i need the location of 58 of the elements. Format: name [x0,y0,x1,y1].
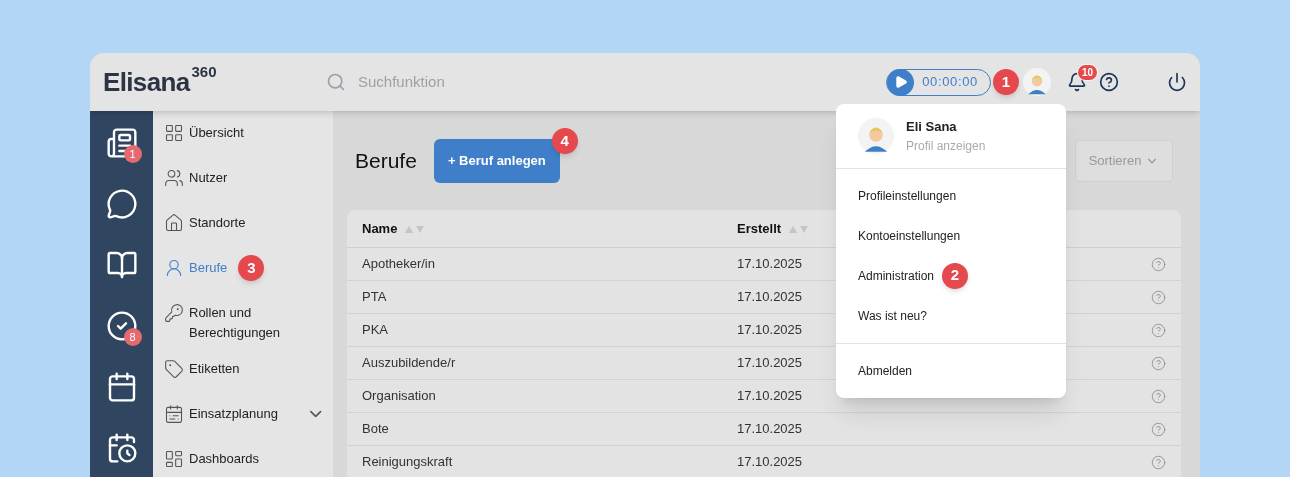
chat-bubble-icon[interactable] [105,188,138,220]
table-cell-text: 17.10.2025 [737,420,803,439]
house-icon [164,213,184,233]
newspaper-icon[interactable] [105,127,138,159]
calendar-icon [164,404,184,424]
avatar-icon[interactable] [858,117,894,154]
menu-item[interactable]: Administration [858,266,935,285]
menu-item[interactable]: Profileinstellungen [858,186,957,205]
table-cell-text: 17.10.2025 [737,354,803,373]
step-number-badge: 3 [238,255,265,281]
table-cell-text: PKA [362,321,389,340]
table-cell-text: 17.10.2025 [737,321,803,340]
play-icon [887,68,915,96]
sidebar-item[interactable]: Standorte [189,213,304,233]
count-badge: 8 [123,328,142,346]
power-icon[interactable] [1167,72,1187,92]
key-icon [164,303,184,323]
step-number-badge: 1 [993,69,1019,95]
tag-icon [164,359,184,379]
dashboard-icon [164,449,184,469]
grid-icon [164,123,184,143]
sidebar-item[interactable]: Etiketten [189,359,304,379]
search-field[interactable]: Suchfunktion [358,70,758,94]
table-cell-text: PTA [362,288,388,307]
table-cell-text: Reinigungskraft [362,453,454,472]
page-title: Berufe [355,148,417,175]
book-icon[interactable] [105,249,138,281]
sidebar-item[interactable]: Übersicht [189,123,304,143]
table-cell-text: Auszubildende/r [362,354,457,373]
table-cell-text: Apotheker/in [362,255,436,274]
column-header[interactable]: Erstellt [737,218,782,239]
table-cell-text: 17.10.2025 [737,255,803,274]
help-icon[interactable] [1099,72,1119,92]
sidebar-item[interactable]: Dashboards [189,449,304,469]
timer-text: 00:00:00 [922,73,978,92]
step-number-badge: 2 [942,262,969,289]
menu-item[interactable]: Abmelden [858,361,913,380]
users-icon [164,168,184,188]
add-profession-button[interactable]: + Beruf anlegen [433,139,560,183]
avatar-icon[interactable] [1023,68,1051,96]
sidebar-item[interactable]: Einsatzplanung [189,404,301,424]
table-cell-text: 17.10.2025 [737,387,803,406]
person-icon [164,258,184,278]
table-cell-text: 17.10.2025 [737,453,803,472]
sidebar-item[interactable]: Nutzer [189,168,304,188]
table-cell-text: 17.10.2025 [737,288,803,307]
check-circle-icon[interactable] [105,310,138,342]
column-header[interactable]: Name [362,218,398,239]
table-cell-text: Organisation [362,387,437,406]
notification-count: 10 [1077,64,1099,81]
search-icon [326,72,346,92]
count-badge: 1 [123,145,142,163]
user-name: Eli Sana [906,118,958,136]
menu-item[interactable]: Kontoeinstellungen [858,226,961,245]
step-number-badge: 4 [551,128,578,154]
sidebar-item[interactable]: Rollen und Berechtigungen [189,303,304,343]
menu-item[interactable]: Was ist neu? [858,306,927,325]
table-cell-text: Bote [362,420,390,439]
